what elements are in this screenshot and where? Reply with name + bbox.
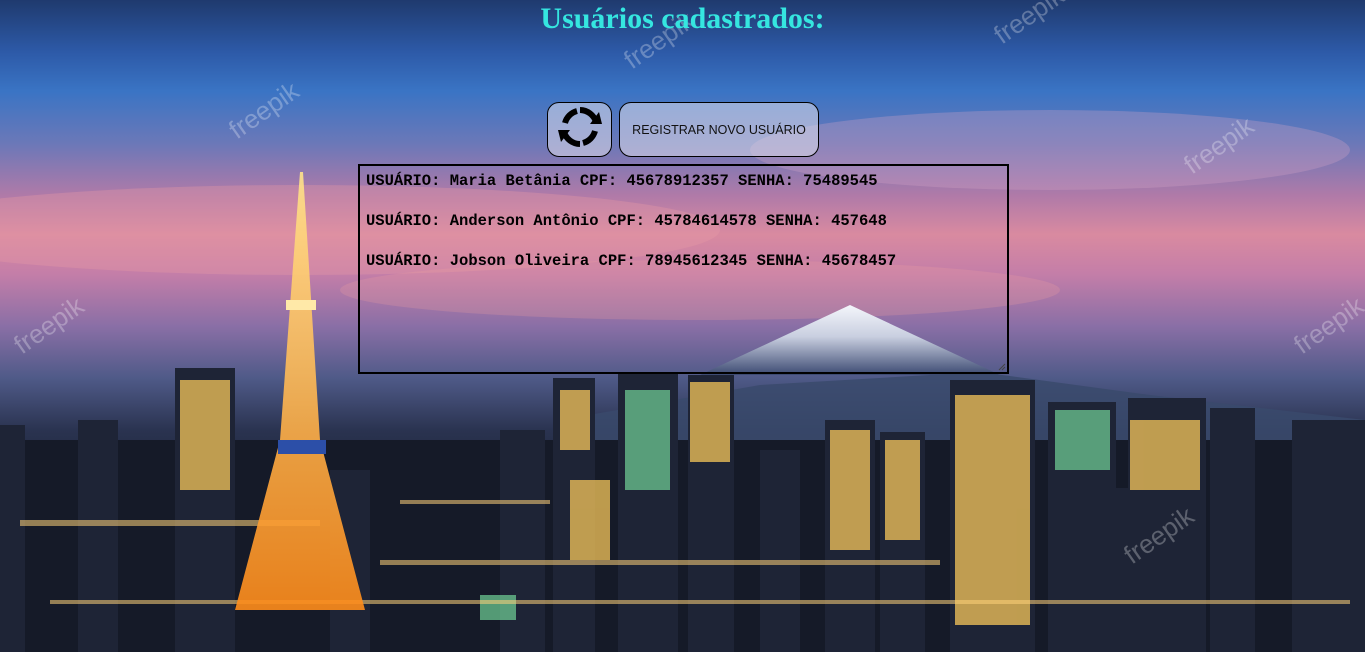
toolbar: REGISTRAR NOVO USUÁRIO	[547, 102, 819, 157]
list-item: USUÁRIO: Jobson Oliveira CPF: 7894561234…	[366, 252, 897, 270]
list-item: USUÁRIO: Maria Betânia CPF: 45678912357 …	[366, 172, 878, 190]
users-list-textarea[interactable]: USUÁRIO: Maria Betânia CPF: 45678912357 …	[358, 164, 1009, 374]
page-title: Usuários cadastrados:	[540, 2, 825, 35]
refresh-button[interactable]	[547, 102, 612, 157]
refresh-icon	[555, 104, 605, 155]
watermark: freepik	[8, 290, 90, 360]
watermark: freepik	[1288, 290, 1365, 360]
watermark: freepik	[1178, 110, 1260, 180]
watermark: freepik	[1118, 500, 1200, 570]
resize-handle-icon[interactable]	[998, 363, 1006, 371]
watermark: freepik	[223, 75, 305, 145]
list-item: USUÁRIO: Anderson Antônio CPF: 457846145…	[366, 212, 887, 230]
register-new-user-button[interactable]: REGISTRAR NOVO USUÁRIO	[619, 102, 819, 157]
